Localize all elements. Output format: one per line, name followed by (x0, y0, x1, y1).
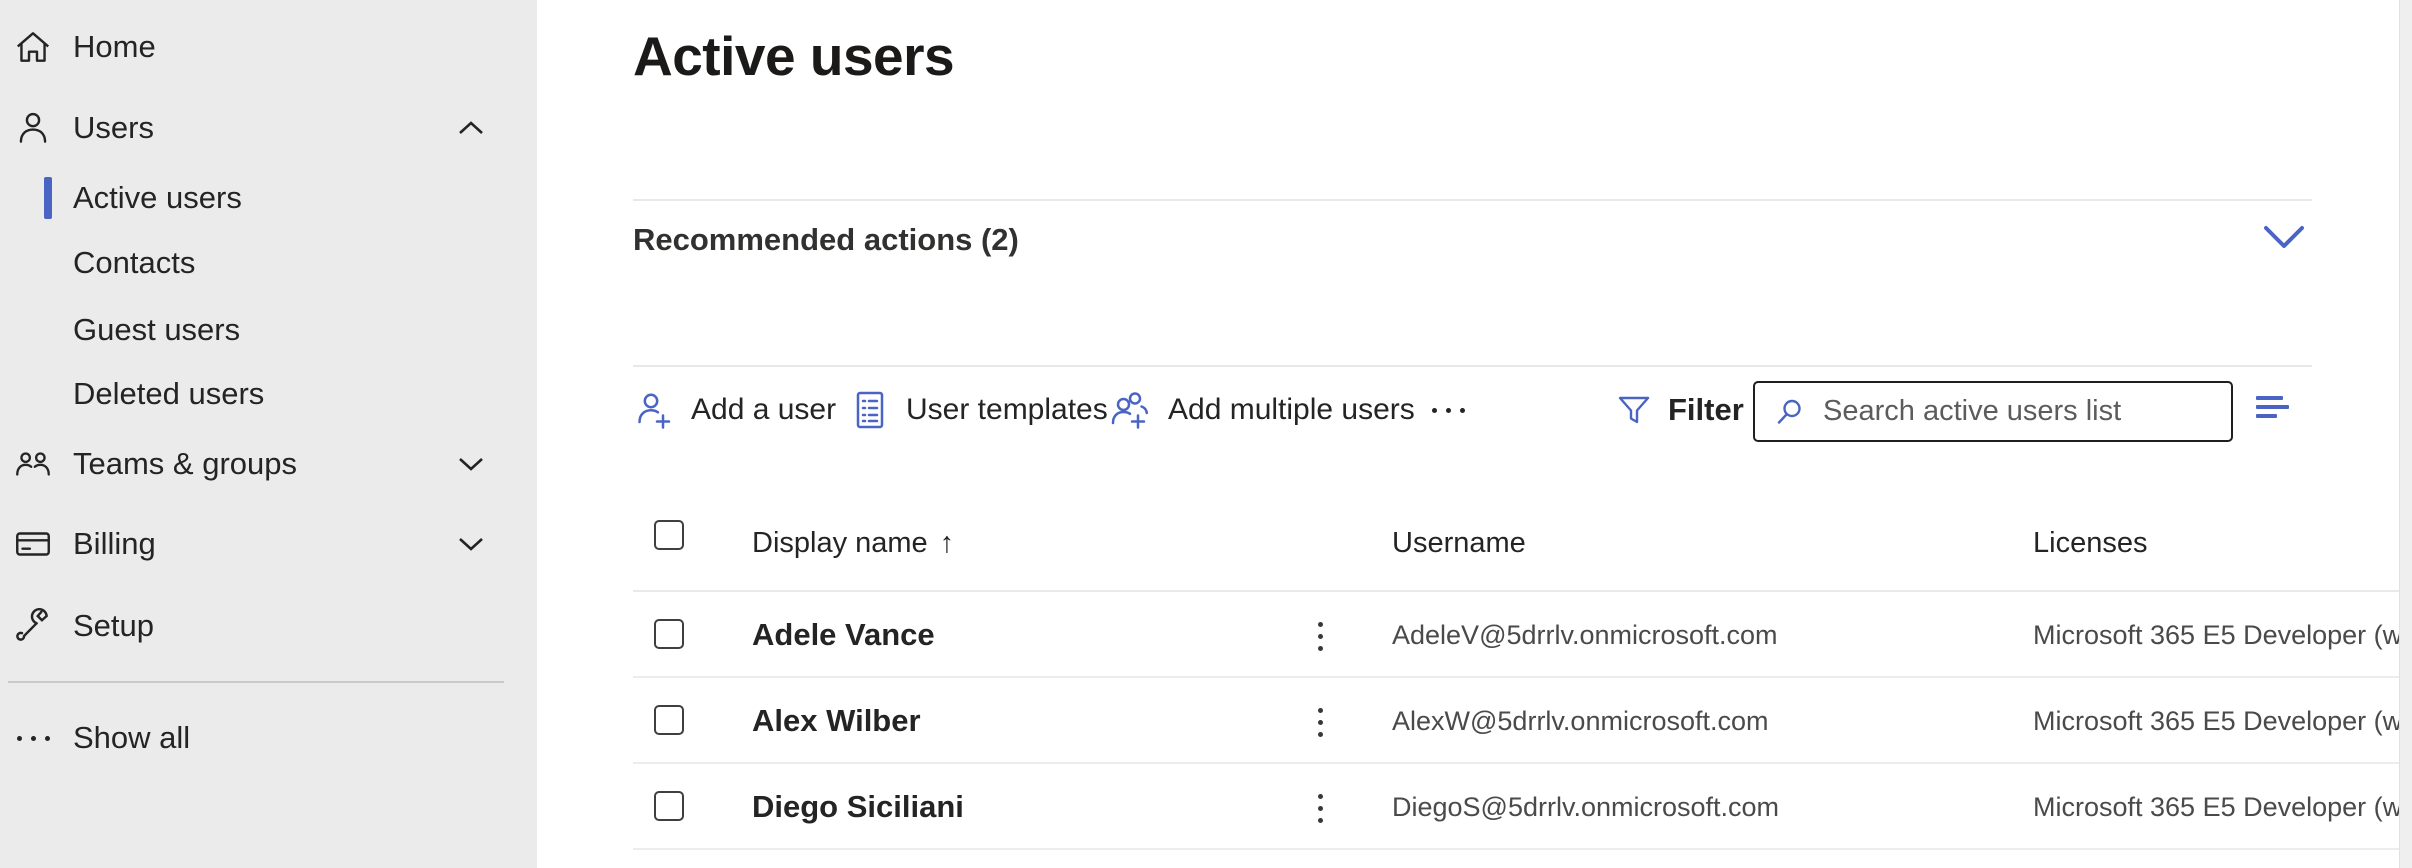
chevron-down-icon[interactable] (457, 452, 495, 476)
filter-funnel-icon (1614, 390, 1654, 430)
search-input[interactable] (1823, 383, 2231, 440)
row-checkbox[interactable] (654, 791, 684, 821)
row-more-actions-icon[interactable] (1303, 700, 1337, 744)
sidebar-item-home[interactable]: Home (0, 18, 537, 76)
sidebar-item-label: Contacts (73, 245, 195, 281)
chevron-up-icon[interactable] (457, 116, 495, 140)
divider (633, 365, 2312, 367)
filter-button[interactable]: Filter (1614, 378, 1744, 442)
display-name-cell[interactable]: Alex Wilber (752, 703, 921, 739)
column-header-licenses[interactable]: Licenses (2033, 527, 2147, 560)
vertical-scrollbar[interactable] (2399, 0, 2412, 868)
more-actions-icon (1432, 408, 1465, 413)
people-add-icon (1108, 388, 1154, 432)
sidebar-item-deleted-users[interactable]: Deleted users (0, 365, 537, 423)
sidebar-item-label: Teams & groups (73, 446, 297, 482)
display-name-cell[interactable]: Adele Vance (752, 617, 935, 653)
search-icon (1773, 395, 1807, 429)
select-all-checkbox[interactable] (654, 520, 684, 550)
sidebar-item-active-users[interactable]: Active users (0, 169, 537, 227)
people-team-icon (10, 441, 56, 487)
sidebar-item-guest-users[interactable]: Guest users (0, 301, 537, 359)
home-icon (10, 24, 56, 70)
active-users-page: Home Users Active users Contacts (0, 0, 2412, 868)
row-more-actions-icon[interactable] (1303, 786, 1337, 830)
row-more-actions-icon[interactable] (1303, 614, 1337, 658)
sidebar-item-label: Deleted users (73, 376, 264, 412)
sidebar-item-users[interactable]: Users (0, 99, 537, 157)
sidebar-item-label: Users (73, 110, 154, 146)
sidebar-item-label: Home (73, 29, 156, 65)
licenses-cell: Microsoft 365 E5 Developer (withou (2033, 792, 2400, 823)
user-templates-button[interactable]: User templates (848, 378, 1108, 442)
template-list-icon (848, 388, 892, 432)
chevron-down-icon[interactable] (2262, 222, 2306, 252)
toolbar-button-label: Filter (1668, 392, 1744, 428)
username-cell: AdeleV@5drrlv.onmicrosoft.com (1392, 620, 1778, 651)
selected-indicator (44, 177, 52, 219)
licenses-cell: Microsoft 365 E5 Developer (withou (2033, 620, 2400, 651)
sidebar-item-label: Guest users (73, 312, 240, 348)
more-actions-button[interactable] (1432, 392, 1465, 428)
column-header-label: Display name (752, 527, 928, 559)
display-name-cell[interactable]: Diego Siciliani (752, 789, 964, 825)
sidebar-item-contacts[interactable]: Contacts (0, 234, 537, 292)
table-row[interactable]: Diego Siciliani DiegoS@5drrlv.onmicrosof… (0, 764, 2412, 850)
divider (633, 199, 2312, 201)
search-box (1753, 381, 2233, 442)
column-header-username[interactable]: Username (1392, 527, 1526, 560)
sidebar-item-teams-groups[interactable]: Teams & groups (0, 435, 537, 493)
table-header-row: Display name ↑ Username Licenses (0, 505, 2412, 592)
toolbar-button-label: Add a user (691, 393, 836, 427)
username-cell: AlexW@5drrlv.onmicrosoft.com (1392, 706, 1768, 737)
add-multiple-users-button[interactable]: Add multiple users (1108, 378, 1415, 442)
page-title: Active users (633, 24, 954, 88)
sort-ascending-icon: ↑ (940, 527, 955, 559)
add-a-user-button[interactable]: Add a user (633, 378, 836, 442)
toolbar-button-label: User templates (906, 393, 1108, 427)
divider (633, 848, 2412, 850)
licenses-cell: Microsoft 365 E5 Developer (withou (2033, 706, 2400, 737)
row-checkbox[interactable] (654, 619, 684, 649)
sort-lines-icon[interactable] (2256, 396, 2296, 424)
recommended-actions-header[interactable]: Recommended actions (2) (633, 222, 1019, 258)
column-header-display-name[interactable]: Display name ↑ (752, 527, 954, 560)
table-row[interactable]: Adele Vance AdeleV@5drrlv.onmicrosoft.co… (0, 592, 2412, 678)
user-icon (10, 105, 56, 151)
table-row[interactable]: Alex Wilber AlexW@5drrlv.onmicrosoft.com… (0, 678, 2412, 764)
toolbar-button-label: Add multiple users (1168, 393, 1415, 427)
username-cell: DiegoS@5drrlv.onmicrosoft.com (1392, 792, 1779, 823)
row-checkbox[interactable] (654, 705, 684, 735)
sidebar-item-label: Active users (73, 180, 242, 216)
person-add-icon (633, 388, 677, 432)
